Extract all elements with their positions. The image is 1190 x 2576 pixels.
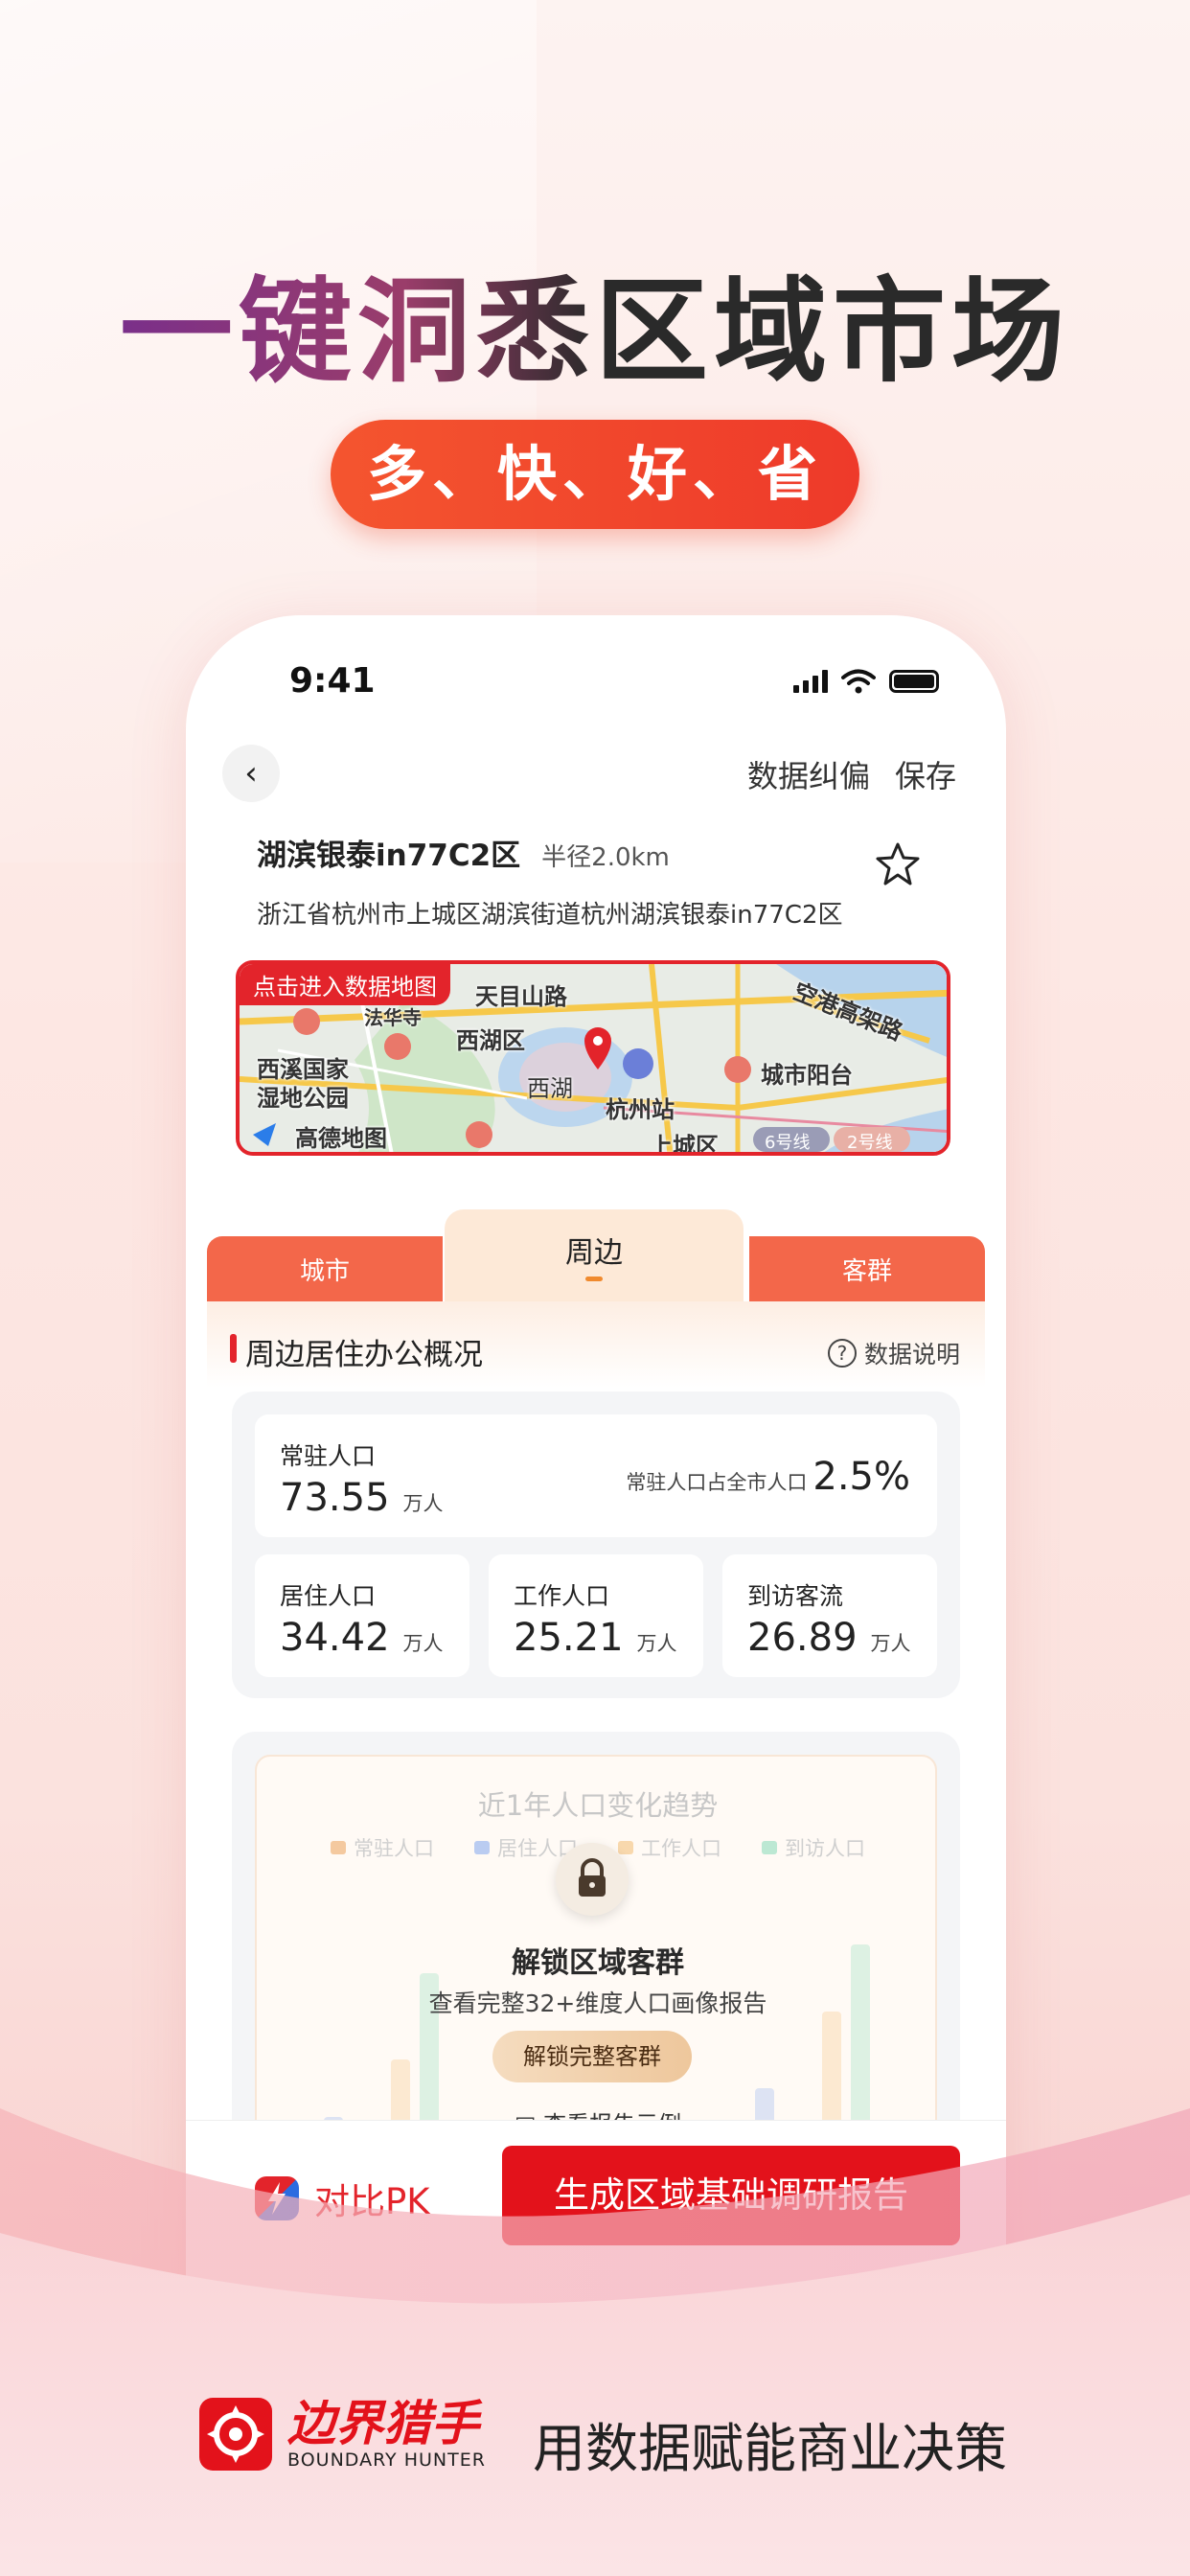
battery-icon xyxy=(889,670,939,693)
tab-nearby[interactable]: 周边 xyxy=(445,1209,744,1303)
location-radius: 半径2.0km xyxy=(541,843,670,872)
map-label-wetland-2: 湿地公园 xyxy=(257,1085,349,1112)
stat-resident-label: 常驻人口 xyxy=(280,1442,377,1470)
unlock-subtitle: 查看完整32+维度人口画像报告 xyxy=(428,1990,767,2017)
stat-visitors-value: 26.89 万人 xyxy=(747,1616,911,1660)
stat-resident: 常驻人口 73.55 万人 常驻人口占全市人口 2.5% xyxy=(255,1414,937,1537)
map-preview[interactable]: 点击进入数据地图 天目山路 法华寺 西湖区 空港高架路 西溪国家 湿地公园 西湖… xyxy=(236,960,950,1156)
unlock-title: 解锁区域客群 xyxy=(512,1946,684,1980)
legend-swatch-1 xyxy=(474,1841,490,1854)
stat-working-label: 工作人口 xyxy=(514,1582,610,1610)
tab-active-indicator xyxy=(585,1276,603,1281)
status-time: 9:41 xyxy=(289,661,376,701)
brand-name-cn: 边界猎手 xyxy=(287,2396,479,2451)
nav-bar: ‹ 数据纠偏 保存 xyxy=(186,745,1006,812)
data-help-label: 数据说明 xyxy=(863,1341,960,1368)
lock-icon xyxy=(556,1843,629,1916)
legend-item: 到访人口 xyxy=(762,1833,865,1862)
brand-name-en: BOUNDARY HUNTER xyxy=(287,2450,486,2471)
map-label-lake: 西湖 xyxy=(527,1075,573,1102)
section-header: 周边居住办公概况 ? 数据说明 xyxy=(207,1301,985,1388)
brand-name: 边界猎手 BOUNDARY HUNTER xyxy=(287,2398,486,2471)
map-enter-badge[interactable]: 点击进入数据地图 xyxy=(240,964,450,1005)
tab-city[interactable]: 城市 xyxy=(207,1236,443,1303)
map-label-line2: 2号线 xyxy=(847,1133,893,1153)
population-stats-card: 常驻人口 73.55 万人 常驻人口占全市人口 2.5% 居住人口 34.42 万人 … xyxy=(232,1392,960,1698)
map-label-line6: 6号线 xyxy=(765,1133,811,1153)
location-name: 湖滨银泰in77C2区 xyxy=(257,839,521,873)
stat-working-value: 25.21 万人 xyxy=(514,1616,677,1660)
signal-icon xyxy=(793,670,828,693)
legend-item: 工作人口 xyxy=(618,1833,721,1862)
stat-living: 居住人口 34.42 万人 xyxy=(255,1554,469,1677)
legend-swatch-0 xyxy=(331,1841,346,1854)
logo-emblem-icon xyxy=(199,2398,272,2471)
legend-item: 常驻人口 xyxy=(331,1833,434,1862)
back-button[interactable]: ‹ xyxy=(222,745,280,802)
favorite-star-icon[interactable] xyxy=(874,840,922,888)
tab-bar: 城市 周边 客群 xyxy=(207,1209,985,1303)
stat-working: 工作人口 25.21 万人 xyxy=(489,1554,703,1677)
data-correct-button[interactable]: 数据纠偏 xyxy=(747,752,870,796)
status-icons xyxy=(793,669,939,694)
stat-resident-value: 73.55 万人 xyxy=(280,1476,444,1520)
map-label-road: 天目山路 xyxy=(475,983,567,1010)
brand-logo: 边界猎手 BOUNDARY HUNTER xyxy=(199,2398,486,2471)
question-icon: ? xyxy=(827,1339,857,1368)
wifi-icon xyxy=(841,669,876,694)
legend-swatch-3 xyxy=(762,1841,777,1854)
bottom-wave xyxy=(0,2108,1190,2576)
map-label-provider: 高德地图 xyxy=(295,1125,387,1152)
map-label-temple: 法华寺 xyxy=(364,1006,422,1029)
feature-pill: 多、快、好、省 xyxy=(331,420,859,529)
stat-visitors-label: 到访客流 xyxy=(747,1582,844,1610)
map-label-balcony: 城市阳台 xyxy=(761,1062,853,1089)
tab-customers[interactable]: 客群 xyxy=(749,1236,985,1303)
headline-part2: 区域市场 xyxy=(595,265,1071,398)
stat-resident-share: 常驻人口占全市人口 2.5% xyxy=(626,1455,910,1499)
section-title: 周边居住办公概况 xyxy=(245,1338,483,1372)
stat-living-label: 居住人口 xyxy=(280,1582,377,1610)
map-label-district: 西湖区 xyxy=(456,1027,525,1054)
headline-part1: 一键洞悉 xyxy=(119,265,595,398)
location-address: 浙江省杭州市上城区湖滨街道杭州湖滨银泰in77C2区 xyxy=(257,901,843,930)
save-button[interactable]: 保存 xyxy=(895,752,956,796)
brand-slogan: 用数据赋能商业决策 xyxy=(533,2418,1008,2479)
stat-visitors: 到访客流 26.89 万人 xyxy=(722,1554,937,1677)
section-accent-bar xyxy=(230,1334,237,1363)
stat-living-value: 34.42 万人 xyxy=(280,1616,444,1660)
headline: 一键洞悉区域市场 xyxy=(0,240,1190,403)
map-label-station: 杭州站 xyxy=(606,1096,675,1123)
tab-nearby-label: 周边 xyxy=(565,1236,623,1270)
status-bar: 9:41 xyxy=(186,654,1006,711)
map-label-shangcheng: 上城区 xyxy=(650,1133,719,1156)
location-title: 湖滨银泰in77C2区 半径2.0km xyxy=(257,831,670,874)
unlock-button[interactable]: 解锁完整客群 xyxy=(492,2031,692,2082)
trend-title: 近1年人口变化趋势 xyxy=(477,1789,719,1822)
data-help-button[interactable]: ? 数据说明 xyxy=(827,1336,960,1370)
